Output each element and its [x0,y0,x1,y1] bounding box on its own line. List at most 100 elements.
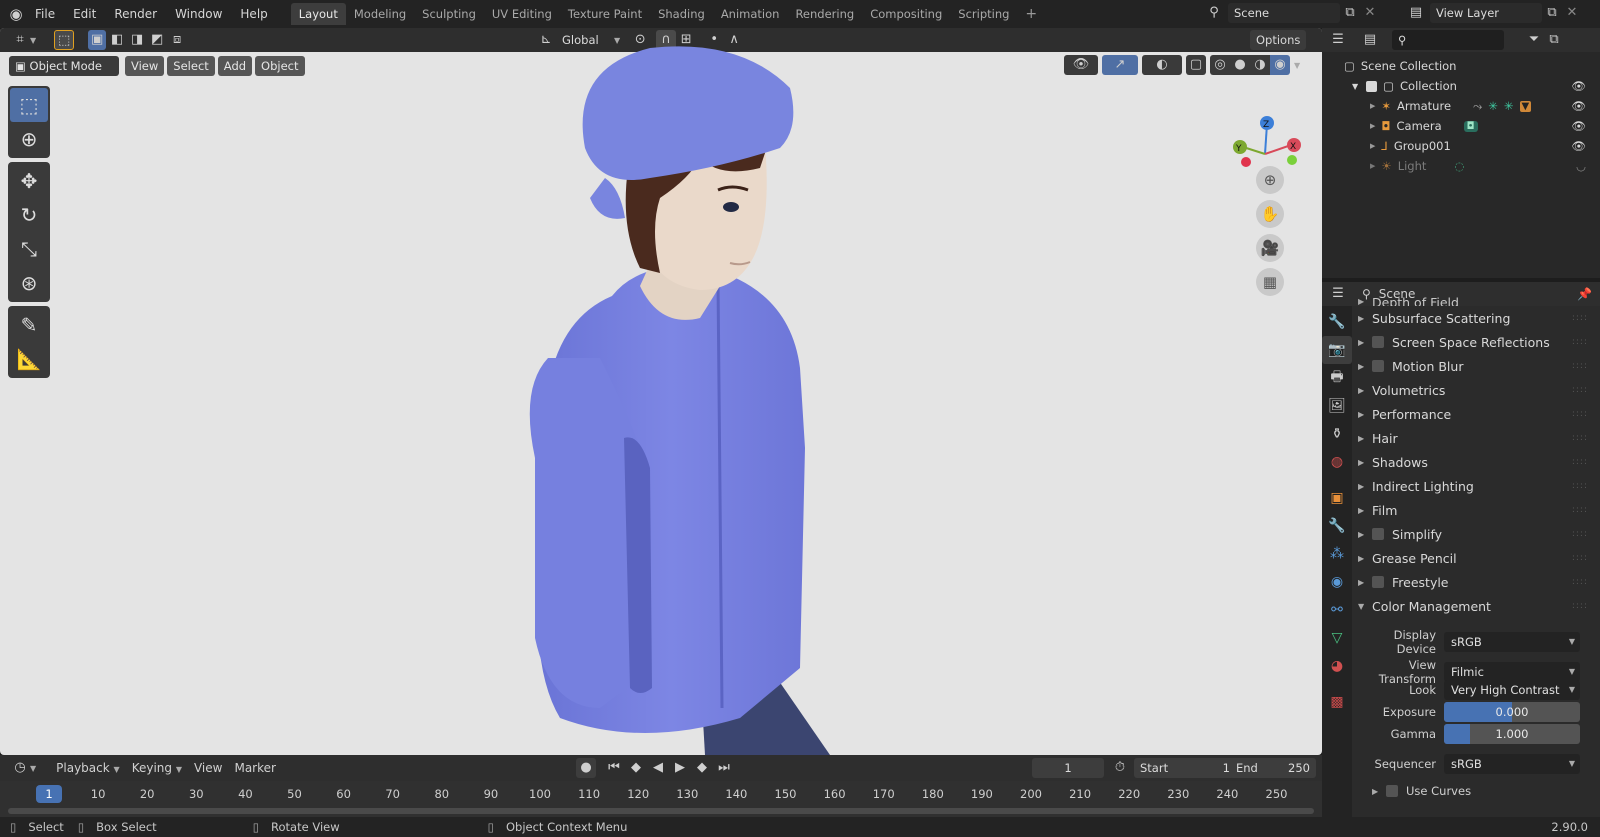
zoom-icon[interactable]: ⊕ [1256,166,1284,194]
scene-tab-icon[interactable]: ⚱ [1322,420,1352,448]
physics-tab-icon[interactable]: ◉ [1322,568,1352,596]
prev-keyframe-icon[interactable]: ◆ [626,758,646,778]
use-curves-checkbox[interactable] [1386,785,1398,797]
tree-row-group001[interactable]: ▶ ⅃ Group001 👁 [1322,136,1600,156]
view-layer-tab-icon[interactable]: 🖼 [1322,392,1352,420]
eye-icon[interactable]: 👁 [1571,79,1586,93]
gamma-slider[interactable]: 1.000 [1444,724,1580,744]
select-box-tool-icon[interactable]: ⬚ [10,88,48,122]
timeline-area[interactable]: 1 10 20 30 40 50 60 70 80 90 100 110 120 130 140 150 16… [0,781,1322,817]
tab-layout[interactable]: Layout [290,3,346,25]
drag-handle-icon[interactable]: :::: [1572,409,1588,419]
tab-sculpting[interactable]: Sculpting [414,3,484,25]
scene-name-field[interactable]: Scene [1228,3,1340,23]
tab-texture-paint[interactable]: Texture Paint [560,3,650,25]
menu-file[interactable]: File [26,0,64,28]
new-view-layer-icon[interactable]: ⧉ [1542,3,1562,23]
drag-handle-icon[interactable]: :::: [1572,313,1588,323]
timeline-editor-type-icon[interactable]: ◷ [10,758,30,778]
annotate-tool-icon[interactable]: ✎ [10,308,48,342]
panel-hair[interactable]: ▶ Hair:::: [1358,426,1594,450]
texture-tab-icon[interactable]: ▩ [1322,688,1352,716]
menu-edit[interactable]: Edit [64,0,105,28]
blender-logo-icon[interactable]: ◉ [6,4,26,24]
panel-subsurface-scattering[interactable]: ▶ Subsurface Scattering:::: [1358,306,1594,330]
cursor-tool-icon[interactable]: ⊕ [10,122,48,156]
measure-tool-icon[interactable]: 📐 [10,342,48,376]
tab-scripting[interactable]: Scripting [950,3,1017,25]
tree-row-collection[interactable]: ▼ ▢ Collection 👁 [1322,76,1600,96]
menu-window[interactable]: Window [166,0,231,28]
panel-performance[interactable]: ▶ Performance:::: [1358,402,1594,426]
expand-triangle-icon[interactable]: ▶ [1370,102,1375,110]
enable-checkbox[interactable] [1372,336,1384,348]
pan-hand-icon[interactable]: ✋ [1256,200,1284,228]
exposure-slider[interactable]: 0.000 [1444,702,1580,722]
eye-closed-icon[interactable]: ◡ [1576,159,1586,173]
panel-film[interactable]: ▶ Film:::: [1358,498,1594,522]
filter-icon[interactable]: ⏷ [1524,30,1544,50]
panel-freestyle[interactable]: ▶ Freestyle:::: [1358,570,1594,594]
menu-marker[interactable]: Marker [228,761,281,775]
play-icon[interactable]: ▶ [670,758,690,778]
tab-rendering[interactable]: Rendering [787,3,862,25]
enable-checkbox[interactable] [1372,360,1384,372]
drag-handle-icon[interactable]: :::: [1572,601,1588,611]
data-tab-icon[interactable]: ▽ [1322,624,1352,652]
drag-handle-icon[interactable]: :::: [1572,433,1588,443]
tab-modeling[interactable]: Modeling [346,3,414,25]
output-tab-icon[interactable]: 🖶 [1322,364,1352,392]
panel-grease-pencil[interactable]: ▶ Grease Pencil:::: [1358,546,1594,570]
record-icon[interactable]: ● [576,758,596,778]
drag-handle-icon[interactable]: :::: [1572,529,1588,539]
menu-keying[interactable]: Keying ▼ [126,761,188,775]
move-tool-icon[interactable]: ✥ [10,164,48,198]
properties-editor-type-icon[interactable]: ☰ [1328,284,1348,304]
end-frame-field[interactable]: End 250 [1230,758,1316,778]
drag-handle-icon[interactable]: :::: [1572,337,1588,347]
drag-handle-icon[interactable]: :::: [1572,385,1588,395]
menu-timeline-view[interactable]: View [188,761,228,775]
menu-render[interactable]: Render [105,0,166,28]
3d-viewport[interactable]: ⌗ ▼ ⬚ ▣ ◧ ◨ ◩ ⧈ ⊾ Global ▼ ⊙ ∩ ⊞ • ∧ Opt… [0,28,1322,755]
drag-handle-icon[interactable]: :::: [1572,553,1588,563]
object-tab-icon[interactable]: ▣ [1322,484,1352,512]
rotate-tool-icon[interactable]: ↻ [10,198,48,232]
view-layer-name-field[interactable]: View Layer [1430,3,1542,23]
tree-row-armature[interactable]: ▶ ✶ Armature ⤳ ✳ ✳ ▼ 👁 [1322,96,1600,116]
collection-exclude-checkbox[interactable] [1366,80,1378,92]
timeline-scrollbar[interactable] [8,808,1314,814]
material-tab-icon[interactable]: ◕ [1322,652,1352,680]
constraints-tab-icon[interactable]: ⚯ [1322,596,1352,624]
current-frame-field[interactable]: 1 [1032,758,1104,778]
panel-volumetrics[interactable]: ▶ Volumetrics:::: [1358,378,1594,402]
tree-row-light[interactable]: ▶ ☀ Light ◌ ◡ [1322,156,1600,176]
transform-tool-icon[interactable]: ⊛ [10,266,48,300]
scale-tool-icon[interactable]: ⤡ [10,232,48,266]
tab-animation[interactable]: Animation [713,3,788,25]
outliner-search-input[interactable]: ⚲ [1392,30,1504,50]
scene-icon[interactable]: ⚲ [1204,3,1224,23]
panel-shadows[interactable]: ▶ Shadows:::: [1358,450,1594,474]
tree-row-scene-collection[interactable]: ▢ Scene Collection [1322,56,1600,76]
panel-simplify[interactable]: ▶ Simplify:::: [1358,522,1594,546]
drag-handle-icon[interactable]: :::: [1572,577,1588,587]
enable-checkbox[interactable] [1372,576,1384,588]
jump-start-icon[interactable]: ⏮ [604,758,624,778]
particles-tab-icon[interactable]: ⁂ [1322,540,1352,568]
menu-help[interactable]: Help [231,0,276,28]
panel-screen-space-reflections[interactable]: ▶ Screen Space Reflections:::: [1358,330,1594,354]
eye-icon[interactable]: 👁 [1571,99,1586,113]
view-transform-dropdown[interactable]: Filmic ▼ [1444,662,1580,682]
tree-row-camera[interactable]: ▶ ◘ Camera ◘ 👁 [1322,116,1600,136]
start-frame-field[interactable]: Start 1 [1134,758,1236,778]
eye-icon[interactable]: 👁 [1571,119,1586,133]
outliner-editor-type-icon[interactable]: ☰ [1328,30,1348,50]
play-reverse-icon[interactable]: ◀ [648,758,668,778]
view-layer-icon[interactable]: ▤ [1406,3,1426,23]
enable-checkbox[interactable] [1372,528,1384,540]
tab-uv-editing[interactable]: UV Editing [484,3,560,25]
panel-color-management[interactable]: ▼ Color Management:::: [1358,594,1594,618]
jump-end-icon[interactable]: ⏭ [714,758,734,778]
display-mode-icon[interactable]: ▤ [1360,30,1380,50]
